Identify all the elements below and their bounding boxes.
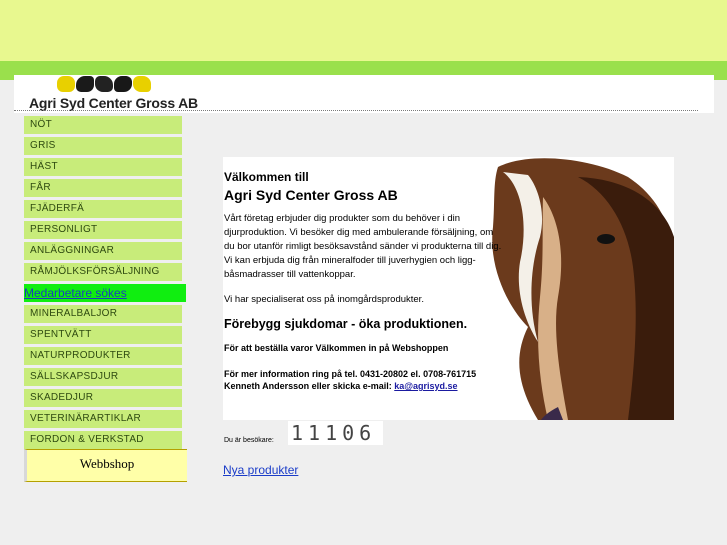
- menu-item-not[interactable]: NÖT: [24, 116, 182, 134]
- company-logo-text: Agri Syd Center Gross AB: [29, 95, 198, 111]
- menu-item-medarbetare[interactable]: Medarbetare sökes: [24, 284, 186, 302]
- menu-item-veterinar[interactable]: VETERINÄRARTIKLAR: [24, 410, 182, 428]
- info-phone-text: För mer information ring på tel. 0431-20…: [224, 369, 477, 379]
- menu-item-fjaderfa[interactable]: FJÄDERFÄ: [24, 200, 182, 218]
- site-header: Agri Syd Center Gross AB: [14, 75, 714, 113]
- info-email-line: Kenneth Andersson eller skicka e-mail: k…: [224, 381, 504, 391]
- menu-item-skadedjur[interactable]: SKADEDJUR: [24, 389, 182, 407]
- menu-item-mineralbaljor[interactable]: MINERALBALJOR: [24, 305, 182, 323]
- menu-item-ramjolk[interactable]: RÅMJÖLKSFÖRSÄLJNING: [24, 263, 182, 281]
- new-products-link[interactable]: Nya produkter: [223, 463, 298, 477]
- menu-item-fordon[interactable]: FORDON & VERKSTAD: [24, 431, 182, 449]
- menu-item-gris[interactable]: GRIS: [24, 137, 182, 155]
- visitor-label: Du är besökare:: [224, 437, 274, 444]
- menu-item-spentvatt[interactable]: SPENTVÄTT: [24, 326, 182, 344]
- prevent-heading: Förebygg sjukdomar - öka produktionen.: [224, 317, 468, 331]
- logo-animals-icon: [57, 76, 151, 92]
- welcome-text: Välkommen till Agri Syd Center Gross AB …: [224, 170, 504, 391]
- intro-paragraph: Vårt företag erbjuder dig produkter som …: [224, 213, 502, 280]
- email-link[interactable]: ka@agrisyd.se: [394, 381, 457, 391]
- menu-item-naturprodukter[interactable]: NATURPRODUKTER: [24, 347, 182, 365]
- menu-item-personligt[interactable]: PERSONLIGT: [24, 221, 182, 239]
- side-menu: NÖT GRIS HÄST FÅR FJÄDERFÄ PERSONLIGT AN…: [24, 116, 186, 452]
- visitor-counter: 11106: [288, 421, 383, 445]
- menu-item-sallskapsdjur[interactable]: SÄLLSKAPSDJUR: [24, 368, 182, 386]
- header-divider: [14, 110, 698, 111]
- webshop-button[interactable]: Webbshop: [24, 449, 187, 482]
- top-banner: [0, 0, 727, 61]
- order-text: För att beställa varor Välkommen in på W…: [224, 343, 449, 353]
- welcome-panel: Välkommen till Agri Syd Center Gross AB …: [223, 157, 674, 420]
- company-heading: Agri Syd Center Gross AB: [224, 187, 398, 203]
- welcome-heading: Välkommen till: [224, 170, 309, 184]
- menu-item-hast[interactable]: HÄST: [24, 158, 182, 176]
- menu-item-anlaggningar[interactable]: ANLÄGGNINGAR: [24, 242, 182, 260]
- special-paragraph: Vi har specialiserat oss på inomgårdspro…: [224, 294, 424, 305]
- info-email-label: Kenneth Andersson eller skicka e-mail:: [224, 381, 395, 391]
- menu-item-far[interactable]: FÅR: [24, 179, 182, 197]
